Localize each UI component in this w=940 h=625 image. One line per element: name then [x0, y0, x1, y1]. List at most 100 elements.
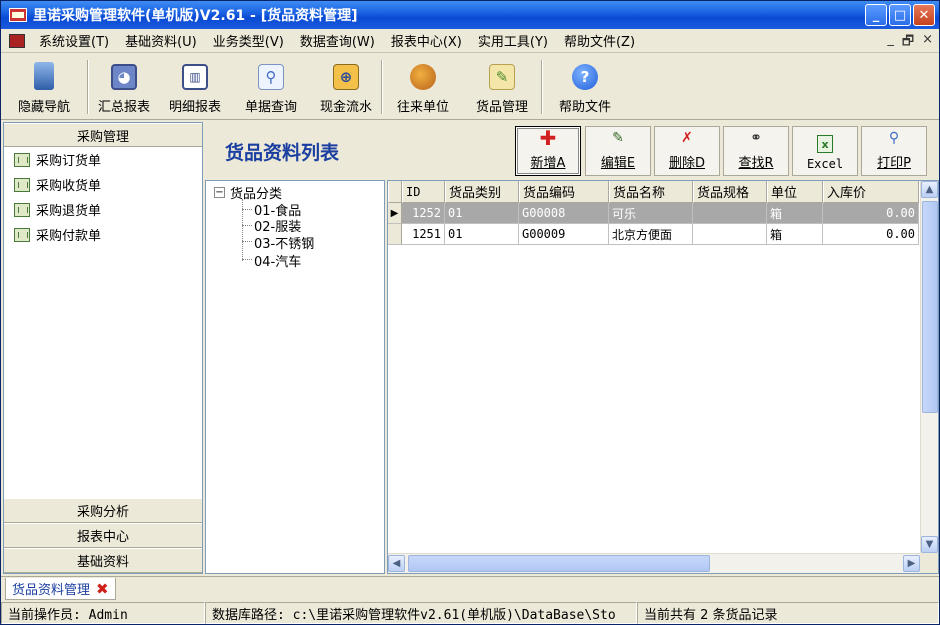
nav-group-basic-data[interactable]: 基础资料 [4, 548, 202, 573]
document-tab-bar: 货品资料管理 ✖ [1, 576, 939, 600]
nav-group-purchase-analysis[interactable]: 采购分析 [4, 498, 202, 523]
grid-header: ID 货品类别 货品编码 货品名称 货品规格 单位 入库价 [388, 181, 919, 203]
tree-node[interactable]: 04-汽车 [254, 251, 301, 270]
column-header-code[interactable]: 货品编码 [519, 181, 609, 203]
add-button[interactable]: ✚ 新增A [515, 126, 581, 176]
mdi-restore-button[interactable]: 🗗 [902, 32, 914, 54]
binoculars-icon: ⚭ [750, 130, 762, 146]
toolbar-cash-flow[interactable]: ⊕ 现金流水 [311, 54, 381, 120]
cell-name[interactable]: 北京方便面 [609, 224, 693, 245]
toolbar-goods-management[interactable]: ✎ 货品管理 [463, 54, 541, 120]
menu-report-center[interactable]: 报表中心(X) [383, 31, 470, 50]
vertical-scroll-thumb[interactable] [922, 201, 938, 413]
delete-button[interactable]: ✗ 删除D [654, 126, 720, 176]
table-row[interactable]: 1251 01 G00009 北京方便面 箱 0.00 [388, 224, 919, 245]
column-header-unit[interactable]: 单位 [767, 181, 823, 203]
toolbar-hide-nav[interactable]: 隐藏导航 [1, 54, 87, 120]
scroll-left-icon[interactable]: ◀ [388, 555, 405, 572]
toolbar-label: 单据查询 [244, 100, 297, 115]
scroll-down-icon[interactable]: ▼ [921, 536, 938, 553]
status-bar: 当前操作员: Admin 数据库路径: c:\里诺采购管理软件v2.61(单机版… [1, 602, 939, 624]
edit-icon: ✎ [612, 130, 624, 146]
column-header-price[interactable]: 入库价 [823, 181, 919, 203]
edit-button[interactable]: ✎ 编辑E [585, 126, 651, 176]
cell-code[interactable]: G00008 [519, 203, 609, 224]
nav-item-purchase-receipt[interactable]: 采购收货单 [4, 172, 202, 197]
menu-utilities[interactable]: 实用工具(Y) [470, 31, 556, 50]
tree-collapse-toggle[interactable]: − [214, 187, 225, 198]
close-button[interactable]: ✕ [913, 4, 935, 26]
toolbar-summary-report[interactable]: ◕ 汇总报表 [89, 54, 159, 120]
goods-icon: ✎ [489, 64, 515, 90]
menu-basic-data[interactable]: 基础资料(U) [117, 31, 205, 50]
toolbar-partners[interactable]: 往来单位 [383, 54, 463, 120]
tree-connector [242, 259, 252, 260]
nav-group-purchase-management[interactable]: 采购管理 [4, 123, 202, 147]
cell-spec[interactable] [693, 203, 767, 224]
tab-label: 货品资料管理 [12, 583, 91, 598]
cell-name[interactable]: 可乐 [609, 203, 693, 224]
horizontal-scroll-thumb[interactable] [408, 555, 710, 572]
table-row[interactable]: ▶ 1252 01 G00008 可乐 箱 0.00 [388, 203, 919, 224]
scroll-right-icon[interactable]: ▶ [903, 555, 920, 572]
nav-item-label: 采购退货单 [36, 204, 102, 219]
nav-item-purchase-order[interactable]: 采购订货单 [4, 147, 202, 172]
close-tab-icon[interactable]: ✖ [96, 580, 109, 598]
column-header-category[interactable]: 货品类别 [445, 181, 519, 203]
goods-list-panel: 货品资料列表 ✚ 新增A ✎ 编辑E ✗ 删除D ⚭ 查找R x Excel ⚲… [205, 122, 939, 574]
row-indicator-header [388, 181, 402, 203]
toolbar-help[interactable]: ? 帮助文件 [543, 54, 627, 120]
toolbar-detail-report[interactable]: ▥ 明细报表 [159, 54, 231, 120]
print-button[interactable]: ⚲ 打印P [861, 126, 927, 176]
document-icon [14, 177, 30, 192]
monitor-icon [34, 62, 54, 90]
mdi-doc-icon[interactable] [9, 33, 25, 48]
tree-connector [242, 241, 252, 242]
horizontal-scrollbar[interactable]: ◀ ▶ [388, 553, 920, 573]
menu-data-query[interactable]: 数据查询(W) [292, 31, 383, 50]
excel-icon: x [817, 135, 833, 153]
mdi-close-button[interactable]: × [922, 32, 933, 54]
cell-category[interactable]: 01 [445, 203, 519, 224]
cell-category[interactable]: 01 [445, 224, 519, 245]
maximize-button[interactable]: □ [889, 4, 911, 26]
app-icon [9, 8, 27, 22]
cell-unit[interactable]: 箱 [767, 203, 823, 224]
button-label: 编辑E [600, 156, 636, 171]
mdi-minimize-button[interactable]: _ [887, 32, 894, 54]
toolbar-label: 汇总报表 [97, 100, 150, 115]
minimize-button[interactable]: _ [865, 4, 887, 26]
help-icon: ? [572, 64, 598, 90]
scroll-up-icon[interactable]: ▲ [921, 181, 938, 198]
menu-system-settings[interactable]: 系统设置(T) [31, 31, 117, 50]
cell-id[interactable]: 1252 [402, 203, 445, 224]
find-button[interactable]: ⚭ 查找R [723, 126, 789, 176]
menu-help[interactable]: 帮助文件(Z) [556, 31, 643, 50]
nav-item-label: 采购收货单 [36, 179, 102, 194]
cell-price[interactable]: 0.00 [823, 203, 919, 224]
column-header-name[interactable]: 货品名称 [609, 181, 693, 203]
cell-spec[interactable] [693, 224, 767, 245]
row-pointer-icon: ▶ [388, 203, 402, 224]
toolbar-doc-query[interactable]: ⚲ 单据查询 [231, 54, 311, 120]
tree-node[interactable]: 03-不锈钢 [254, 233, 314, 252]
document-icon [14, 202, 30, 217]
tree-connector [242, 209, 252, 210]
column-header-spec[interactable]: 货品规格 [693, 181, 767, 203]
column-header-id[interactable]: ID [402, 181, 445, 203]
menu-business-type[interactable]: 业务类型(V) [205, 31, 292, 50]
cell-code[interactable]: G00009 [519, 224, 609, 245]
excel-button[interactable]: x Excel [792, 126, 858, 176]
nav-group-report-center[interactable]: 报表中心 [4, 523, 202, 548]
nav-item-purchase-return[interactable]: 采购退货单 [4, 197, 202, 222]
title-bar[interactable]: 里诺采购管理软件(单机版)V2.61 - [货品资料管理] _ □ ✕ [1, 1, 939, 29]
menu-bar: 系统设置(T) 基础资料(U) 业务类型(V) 数据查询(W) 报表中心(X) … [1, 29, 939, 53]
cell-unit[interactable]: 箱 [767, 224, 823, 245]
bar-chart-icon: ▥ [182, 64, 208, 90]
vertical-scrollbar[interactable]: ▲ ▼ [920, 181, 938, 553]
tab-goods-management[interactable]: 货品资料管理 ✖ [5, 578, 116, 600]
cell-price[interactable]: 0.00 [823, 224, 919, 245]
cell-id[interactable]: 1251 [402, 224, 445, 245]
toolbar-label: 往来单位 [396, 100, 449, 115]
nav-item-purchase-payment[interactable]: 采购付款单 [4, 222, 202, 247]
